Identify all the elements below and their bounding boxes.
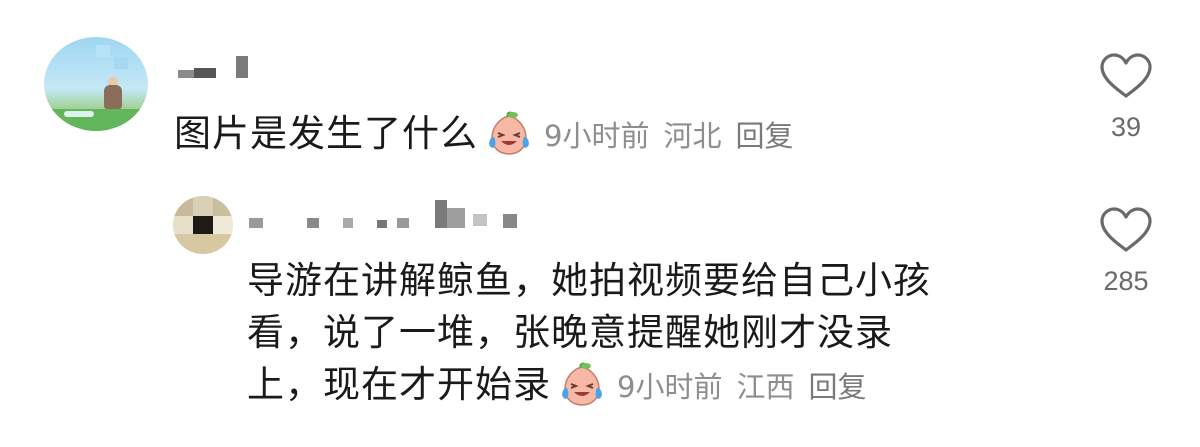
heart-icon	[1100, 53, 1152, 98]
reply-meta: 9小时前 江西 回复	[617, 364, 866, 406]
avatar-pixel	[193, 196, 213, 216]
avatar-pixel	[193, 216, 213, 234]
like-button[interactable]: 39	[1091, 52, 1161, 143]
username-pixel	[236, 56, 248, 78]
username-pixel	[307, 218, 319, 228]
avatar-ground	[44, 109, 148, 131]
avatar-pixel	[173, 216, 193, 234]
avatar[interactable]	[173, 196, 233, 254]
like-count: 285	[1103, 266, 1149, 296]
username-pixel	[377, 220, 387, 228]
avatar-ground-highlight	[64, 111, 94, 117]
username-pixel	[343, 218, 353, 228]
username-blurred[interactable]	[178, 56, 258, 84]
comment-location: 河北	[663, 119, 722, 153]
comment-text: 图片是发生了什么	[174, 112, 478, 155]
avatar-pixel	[173, 196, 193, 216]
avatar-figure	[104, 85, 122, 109]
heart-icon	[1100, 207, 1152, 252]
username-pixel	[397, 218, 409, 228]
avatar-pixel	[173, 234, 233, 254]
username-pixel	[194, 68, 216, 78]
username-pixel	[178, 70, 194, 78]
reply-line: 上，现在才开始录 9小时前 江西 回复	[247, 359, 1027, 411]
reply-button[interactable]: 回复	[735, 119, 793, 153]
reply-text-line: 上，现在才开始录	[247, 363, 551, 406]
reply-body: 导游在讲解鲸鱼，她拍视频要给自己小孩 看，说了一堆，张晚意提醒她刚才没录 上，现…	[247, 255, 1027, 411]
reply-line: 看，说了一堆，张晚意提醒她刚才没录	[247, 307, 1027, 359]
reply-text-line: 看，说了一堆，张晚意提醒她刚才没录	[247, 311, 893, 354]
avatar-pixel	[213, 196, 233, 216]
username-blurred[interactable]	[247, 198, 527, 232]
username-pixel	[435, 200, 447, 228]
username-pixel	[473, 214, 487, 226]
username-pixel	[249, 218, 263, 228]
username-pixel	[503, 214, 517, 228]
reply-line: 导游在讲解鲸鱼，她拍视频要给自己小孩	[247, 255, 1027, 307]
username-pixel	[447, 208, 465, 228]
laughing-tears-peach-icon	[559, 362, 605, 408]
like-button[interactable]: 285	[1091, 206, 1161, 297]
comment-body: 图片是发生了什么 9小时前 河北 回复	[174, 108, 793, 160]
reply-text-line: 导游在讲解鲸鱼，她拍视频要给自己小孩	[247, 259, 931, 302]
reply-time: 9小时前	[617, 370, 723, 404]
avatar[interactable]	[44, 37, 148, 131]
comment-time: 9小时前	[544, 119, 650, 153]
reply-button[interactable]: 回复	[808, 370, 866, 404]
reply-location: 江西	[736, 370, 795, 404]
avatar-pixel	[213, 216, 233, 234]
like-count: 39	[1110, 112, 1142, 142]
avatar-pixel	[114, 57, 128, 69]
laughing-tears-peach-icon	[486, 111, 532, 157]
comment-section: 图片是发生了什么 9小时前 河北 回复 39 导游在讲解鲸鱼，她拍视频要给自己小…	[0, 0, 1200, 447]
comment-meta: 9小时前 河北 回复	[544, 113, 793, 155]
avatar-pixel	[96, 45, 110, 57]
